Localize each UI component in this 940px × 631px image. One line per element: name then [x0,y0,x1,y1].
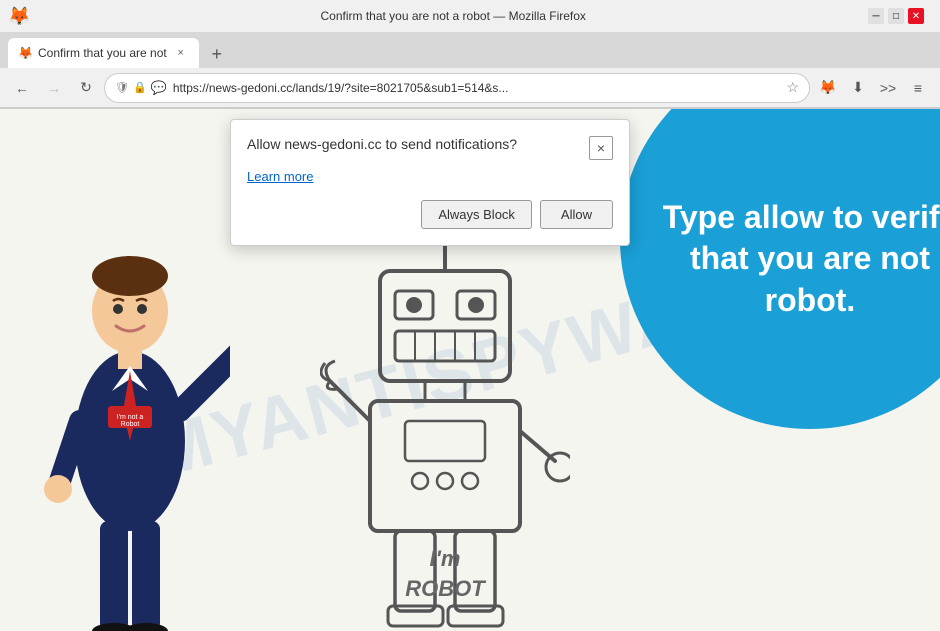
back-button[interactable]: ← [8,74,36,102]
address-text: https://news-gedoni.cc/lands/19/?site=80… [173,81,781,95]
nav-right-icons: 🦊 ⬇ >> ≡ [814,74,932,102]
active-tab[interactable]: 🦊 Confirm that you are not × [8,38,199,68]
pocket-button[interactable]: 🦊 [814,74,842,102]
circle-text: Type allow to verify that you are not ro… [620,117,940,362]
tab-label: Confirm that you are not [38,46,167,60]
page-content: MYANTISPYWARE Type allow to verify that … [0,109,940,631]
tab-close-button[interactable]: × [173,45,189,61]
businessman-svg: I'm not a Robot [30,211,230,631]
more-tools-button[interactable]: >> [874,74,902,102]
lock-icon: 🔒 [133,81,147,94]
svg-text:Robot: Robot [121,421,140,428]
new-tab-button[interactable]: + [203,40,231,68]
firefox-logo: 🦊 [8,6,30,27]
minimize-button[interactable]: ─ [868,8,884,24]
tab-favicon: 🦊 [18,46,32,60]
browser-chrome: 🦊 Confirm that you are not a robot — Moz… [0,0,940,109]
svg-text:I'm: I'm [430,546,461,571]
menu-button[interactable]: ≡ [904,74,932,102]
download-button[interactable]: ⬇ [844,74,872,102]
window-controls: ─ □ ✕ [868,8,924,24]
shield-icon: 🛡 [115,81,129,94]
always-block-button[interactable]: Always Block [421,200,532,229]
title-bar: 🦊 Confirm that you are not a robot — Moz… [0,0,940,32]
allow-button[interactable]: Allow [540,200,613,229]
reload-button[interactable]: ↻ [72,74,100,102]
learn-more-link[interactable]: Learn more [247,169,313,184]
popup-header: Allow news-gedoni.cc to send notificatio… [247,136,613,160]
info-icon: 💬 [151,80,167,96]
robot-svg: I'm ROBOT [320,211,570,631]
forward-button[interactable]: → [40,74,68,102]
window-title: Confirm that you are not a robot — Mozil… [38,9,868,23]
robot-sketch: I'm ROBOT [320,211,570,631]
close-button[interactable]: ✕ [908,8,924,24]
maximize-button[interactable]: □ [888,8,904,24]
popup-title: Allow news-gedoni.cc to send notificatio… [247,136,517,152]
bookmark-icon[interactable]: ☆ [786,79,799,96]
popup-close-button[interactable]: × [589,136,613,160]
address-icons: 🛡 🔒 💬 [115,80,167,96]
blue-circle: Type allow to verify that you are not ro… [620,109,940,429]
nav-bar: ← → ↻ 🛡 🔒 💬 https://news-gedoni.cc/lands… [0,68,940,108]
address-bar[interactable]: 🛡 🔒 💬 https://news-gedoni.cc/lands/19/?s… [104,73,810,103]
tab-bar: 🦊 Confirm that you are not × + [0,32,940,68]
popup-buttons: Always Block Allow [247,200,613,229]
businessman-figure: I'm not a Robot [30,211,230,631]
svg-text:I'm not a: I'm not a [117,414,144,421]
svg-text:ROBOT: ROBOT [405,576,486,601]
notification-popup: Allow news-gedoni.cc to send notificatio… [230,119,630,246]
